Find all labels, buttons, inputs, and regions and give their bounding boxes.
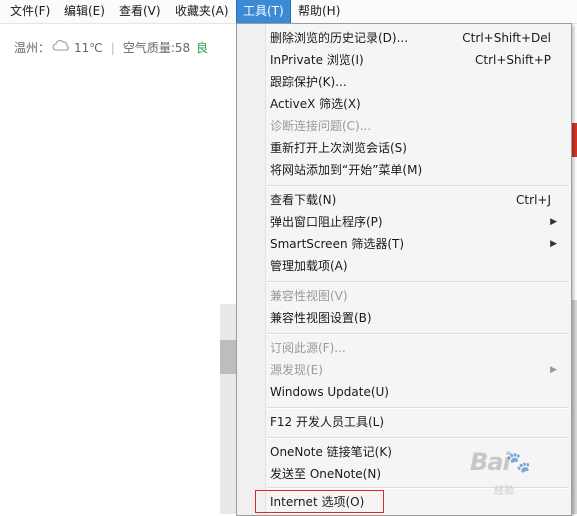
menu-item-label: 查看下载(N) (270, 193, 337, 207)
watermark-subtext: 经验 (494, 486, 514, 497)
menu-item-label: 订阅此源(F)... (270, 341, 346, 355)
menu-bar: 文件(F) 编辑(E) 查看(V) 收藏夹(A) 工具(T) 帮助(H) (0, 0, 577, 24)
tools-dropdown-menu: 删除浏览的历史记录(D)... Ctrl+Shift+Del InPrivate… (236, 23, 572, 516)
air-quality-label: 空气质量:58 (122, 41, 191, 55)
page-panel-fragment (220, 304, 236, 514)
menu-item-label: 删除浏览的历史记录(D)... (270, 31, 409, 45)
menu-item-delete-history[interactable]: 删除浏览的历史记录(D)... Ctrl+Shift+Del (270, 27, 563, 49)
menu-separator (267, 407, 569, 409)
menu-item-label: ActiveX 筛选(X) (270, 97, 361, 111)
menu-icon-gutter (237, 24, 266, 515)
menu-item-label: SmartScreen 筛选器(T) (270, 237, 405, 251)
weather-temperature: 11℃ (74, 41, 103, 55)
menu-separator (267, 281, 569, 283)
menu-item-label: InPrivate 浏览(I) (270, 53, 364, 67)
submenu-arrow-icon: ▶ (550, 365, 557, 375)
menu-separator (267, 185, 569, 187)
menu-item-label: OneNote 链接笔记(K) (270, 445, 392, 459)
highlight-box (255, 490, 384, 513)
paw-icon: 🐾 (506, 450, 531, 474)
cloudy-icon (52, 37, 70, 59)
menu-item-inprivate[interactable]: InPrivate 浏览(I) Ctrl+Shift+P (270, 49, 563, 71)
baidu-watermark-logo: Bai 🐾 经验 (440, 448, 570, 508)
menu-view[interactable]: 查看(V) (113, 0, 167, 23)
menu-item-popup-blocker[interactable]: 弹出窗口阻止程序(P) ▶ (270, 211, 563, 233)
menu-item-label: 诊断连接问题(C)... (270, 119, 372, 133)
weather-widget: 温州： 11℃ | 空气质量:58 良 (14, 38, 208, 58)
menu-item-reopen-session[interactable]: 重新打开上次浏览会话(S) (270, 137, 563, 159)
menu-item-shortcut: Ctrl+Shift+Del (462, 31, 551, 45)
menu-item-label: Windows Update(U) (270, 385, 389, 399)
menu-item-label: 弹出窗口阻止程序(P) (270, 215, 383, 229)
menu-item-label: F12 开发人员工具(L) (270, 415, 385, 429)
menu-item-shortcut: Ctrl+J (516, 193, 551, 207)
menu-item-label: 将网站添加到“开始”菜单(M) (270, 163, 423, 177)
menu-tools[interactable]: 工具(T) (236, 0, 291, 24)
menu-item-label: 兼容性视图(V) (270, 289, 348, 303)
air-quality-level: 良 (196, 41, 209, 55)
weather-separator: | (110, 41, 115, 55)
menu-item-manage-addons[interactable]: 管理加载项(A) (270, 255, 563, 277)
submenu-arrow-icon: ▶ (550, 239, 557, 249)
menu-item-label: 管理加载项(A) (270, 259, 348, 273)
menu-item-smartscreen[interactable]: SmartScreen 筛选器(T) ▶ (270, 233, 563, 255)
menu-item-compat-settings[interactable]: 兼容性视图设置(B) (270, 307, 563, 329)
menu-item-activex-filter[interactable]: ActiveX 筛选(X) (270, 93, 563, 115)
menu-item-f12-dev-tools[interactable]: F12 开发人员工具(L) (270, 411, 563, 433)
menu-item-diagnose-connection: 诊断连接问题(C)... (270, 115, 563, 137)
menu-edit[interactable]: 编辑(E) (58, 0, 111, 23)
weather-city: 温州： (14, 41, 51, 55)
menu-item-label: 源发现(E) (270, 363, 323, 377)
menu-separator (267, 333, 569, 335)
watermark-text: Bai (470, 448, 511, 476)
menu-item-view-downloads[interactable]: 查看下载(N) Ctrl+J (270, 189, 563, 211)
menu-help[interactable]: 帮助(H) (292, 0, 346, 23)
menu-item-windows-update[interactable]: Windows Update(U) (270, 381, 563, 403)
menu-item-add-to-start[interactable]: 将网站添加到“开始”菜单(M) (270, 159, 563, 181)
menu-favorites[interactable]: 收藏夹(A) (169, 0, 235, 23)
menu-item-compat-view: 兼容性视图(V) (270, 285, 563, 307)
menu-item-label: 跟踪保护(K)... (270, 75, 347, 89)
menu-item-label: 发送至 OneNote(N) (270, 467, 381, 481)
menu-separator (267, 437, 569, 439)
menu-item-label: 重新打开上次浏览会话(S) (270, 141, 407, 155)
menu-item-label: 兼容性视图设置(B) (270, 311, 372, 325)
submenu-arrow-icon: ▶ (550, 217, 557, 227)
menu-file[interactable]: 文件(F) (4, 0, 56, 23)
menu-item-shortcut: Ctrl+Shift+P (475, 53, 551, 67)
menu-item-subscribe-feed: 订阅此源(F)... (270, 337, 563, 359)
menu-item-tracking-protection[interactable]: 跟踪保护(K)... (270, 71, 563, 93)
page-panel-fragment-dark (220, 340, 236, 374)
menu-item-feed-discovery: 源发现(E) ▶ (270, 359, 563, 381)
